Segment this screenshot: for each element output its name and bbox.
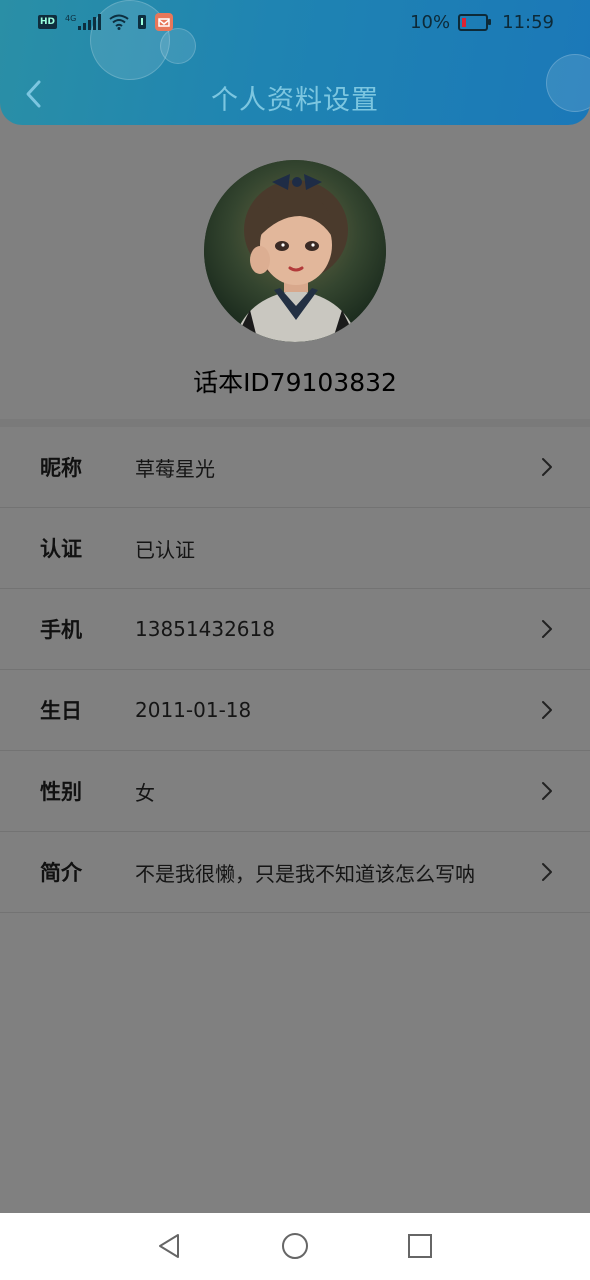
- chevron-right-icon: [540, 457, 554, 477]
- nav-home-button[interactable]: [280, 1231, 310, 1261]
- avatar-illustration: [204, 160, 386, 342]
- profile-id: 话本ID79103832: [193, 368, 397, 397]
- field-value: 13851432618: [135, 617, 275, 641]
- status-right: 10% 11:59: [410, 12, 554, 33]
- field-value: 女: [135, 780, 155, 805]
- battery-percent: 10%: [410, 12, 451, 33]
- app-notification-icon: [155, 13, 174, 31]
- recents-square-icon: [408, 1234, 432, 1258]
- nav-recents-button[interactable]: [405, 1231, 435, 1261]
- profile-settings-screen: HD 4G 10% 11:59 个人资料设置 话本ID79103832 昵称 草…: [0, 0, 590, 1280]
- system-nav-bar: [0, 1213, 590, 1280]
- chevron-right-icon: [540, 862, 554, 882]
- page-title: 个人资料设置: [211, 85, 379, 116]
- status-left: HD 4G: [38, 13, 174, 31]
- status-bar: HD 4G 10% 11:59: [0, 0, 590, 50]
- profile-fields-list: 昵称 草莓星光 认证 已认证 手机 13851432618 生日 2011-01…: [0, 427, 590, 913]
- field-row-verification: 认证 已认证: [0, 508, 590, 589]
- chevron-right-icon: [540, 619, 554, 639]
- signal-icon: [78, 14, 102, 30]
- network-4g-icon: 4G: [65, 13, 77, 23]
- field-row-nickname[interactable]: 昵称 草莓星光: [0, 427, 590, 508]
- back-triangle-icon: [159, 1234, 179, 1258]
- field-label: 性别: [40, 780, 82, 804]
- field-label: 昵称: [40, 456, 82, 480]
- chevron-right-icon: [540, 700, 554, 720]
- sim-icon: [138, 15, 147, 29]
- wifi-icon: [109, 14, 129, 30]
- field-row-phone[interactable]: 手机 13851432618: [0, 589, 590, 670]
- field-row-gender[interactable]: 性别 女: [0, 751, 590, 832]
- field-label: 认证: [40, 537, 82, 561]
- header: HD 4G 10% 11:59 个人资料设置: [0, 0, 590, 125]
- field-value: 2011-01-18: [135, 698, 252, 722]
- title-bar: 个人资料设置: [0, 62, 590, 122]
- clock: 11:59: [502, 12, 554, 33]
- battery-icon: [458, 14, 492, 31]
- field-value: 不是我很懒，只是我不知道该怎么写呐: [135, 861, 475, 886]
- field-value: 已认证: [135, 537, 195, 562]
- nav-back-button[interactable]: [154, 1231, 184, 1261]
- divider: [0, 419, 590, 427]
- chevron-right-icon: [540, 781, 554, 801]
- field-value: 草莓星光: [135, 456, 215, 481]
- field-row-birthday[interactable]: 生日 2011-01-18: [0, 670, 590, 751]
- avatar[interactable]: [204, 160, 386, 342]
- field-label: 简介: [40, 861, 82, 885]
- field-row-bio[interactable]: 简介 不是我很懒，只是我不知道该怎么写呐: [0, 832, 590, 913]
- hd-icon: HD: [38, 15, 58, 29]
- home-circle-icon: [282, 1233, 308, 1259]
- field-label: 手机: [40, 618, 82, 642]
- field-label: 生日: [40, 699, 82, 723]
